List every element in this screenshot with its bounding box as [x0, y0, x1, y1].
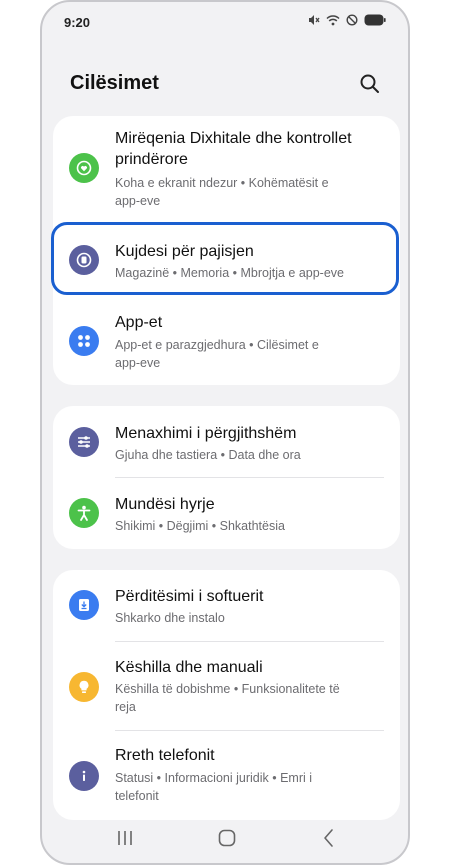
item-subtitle: Koha e ekranit ndezur • Kohëmatësit e ap… — [115, 174, 378, 210]
item-subtitle: Këshilla të dobishme • Funksionalitete t… — [115, 680, 378, 716]
item-subtitle: Magazinë • Memoria • Mbrojtja e app-eve — [115, 264, 378, 282]
navigation-bar — [42, 813, 408, 863]
item-subtitle: Statusi • Informacioni juridik • Emri i … — [115, 769, 378, 805]
apps-icon — [69, 326, 99, 356]
title-line: Mirëqenia Dixhitale dhe kontrollet — [115, 130, 352, 147]
item-general-management[interactable]: Menaxhimi i përgjithshëm Gjuha dhe tasti… — [53, 406, 400, 477]
subtitle-line: Shkarko dhe instalo — [115, 611, 225, 625]
title-line: App-et — [115, 314, 163, 331]
mute-icon — [309, 15, 320, 25]
item-subtitle: Gjuha dhe tastiera • Data dhe ora — [115, 446, 378, 464]
item-device-care[interactable]: Kujdesi për pajisjen Magazinë • Memoria … — [53, 224, 400, 298]
item-subtitle: Shikimi • Dëgjimi • Shkathtësia — [115, 517, 378, 535]
home-button[interactable] — [214, 825, 240, 851]
item-title: Mundësi hyrje — [115, 494, 384, 515]
phone-frame: 9:20 Cilësimet Mirëqenia Dixhitale dhe k… — [40, 0, 410, 865]
status-icons — [308, 14, 386, 26]
item-subtitle: Shkarko dhe instalo — [115, 609, 378, 627]
status-bar: 9:20 — [42, 2, 408, 46]
subtitle-line: Këshilla të dobishme • Funksionalitete t… — [115, 682, 340, 696]
back-icon — [324, 829, 333, 847]
header: Cilësimet — [70, 62, 386, 102]
item-digital-wellbeing[interactable]: Mirëqenia Dixhitale dhe kontrollet prind… — [53, 116, 400, 224]
no-disturb-icon — [346, 14, 358, 26]
item-tips-manual[interactable]: Këshilla dhe manuali Këshilla të dobishm… — [53, 642, 400, 730]
info-icon — [69, 761, 99, 791]
title-line: Këshilla dhe manuali — [115, 659, 263, 676]
item-subtitle: App-et e parazgjedhura • Cilësimet e app… — [115, 336, 378, 372]
title-line: Përditësimi i softuerit — [115, 588, 264, 605]
title-line: Rreth telefonit — [115, 747, 215, 764]
item-about-phone[interactable]: Rreth telefonit Statusi • Informacioni j… — [53, 731, 400, 820]
item-apps[interactable]: App-et App-et e parazgjedhura • Cilësime… — [53, 298, 400, 385]
subtitle-line: reja — [115, 700, 136, 714]
settings-card-3: Përditësimi i softuerit Shkarko dhe inst… — [53, 570, 400, 820]
software-update-icon — [69, 590, 99, 620]
subtitle-line: Koha e ekranit ndezur • Kohëmatësit e — [115, 176, 329, 190]
device-care-icon — [69, 245, 99, 275]
accessibility-icon — [69, 498, 99, 528]
subtitle-line: app-eve — [115, 356, 161, 370]
subtitle-line: Gjuha dhe tastiera • Data dhe ora — [115, 448, 301, 462]
title-line: prindërore — [115, 151, 188, 168]
item-software-update[interactable]: Përditësimi i softuerit Shkarko dhe inst… — [53, 570, 400, 641]
title-line: Menaxhimi i përgjithshëm — [115, 425, 297, 442]
page-title: Cilësimet — [70, 72, 159, 94]
recents-button[interactable] — [112, 825, 138, 851]
item-title: Kujdesi për pajisjen — [115, 241, 384, 262]
item-title: Mirëqenia Dixhitale dhe kontrollet prind… — [115, 128, 384, 170]
lightbulb-icon — [69, 672, 99, 702]
title-line: Kujdesi për pajisjen — [115, 243, 254, 260]
wifi-icon — [326, 15, 340, 26]
settings-card-2: Menaxhimi i përgjithshëm Gjuha dhe tasti… — [53, 406, 400, 549]
settings-card-1: Mirëqenia Dixhitale dhe kontrollet prind… — [53, 116, 400, 385]
search-button[interactable] — [358, 72, 382, 96]
title-line: Mundësi hyrje — [115, 496, 215, 513]
item-title: Menaxhimi i përgjithshëm — [115, 423, 384, 444]
search-icon — [360, 74, 379, 93]
item-title: Përditësimi i softuerit — [115, 586, 384, 607]
subtitle-line: telefonit — [115, 789, 159, 803]
back-button[interactable] — [316, 825, 342, 851]
battery-icon — [364, 14, 386, 26]
sliders-icon — [69, 427, 99, 457]
item-title: App-et — [115, 312, 384, 333]
item-title: Këshilla dhe manuali — [115, 657, 384, 678]
subtitle-line: Statusi • Informacioni juridik • Emri i — [115, 771, 313, 785]
status-time: 9:20 — [64, 15, 91, 30]
subtitle-line: app-eve — [115, 194, 161, 208]
subtitle-line: Magazinë • Memoria • Mbrojtja e app-eve — [115, 266, 344, 280]
item-title: Rreth telefonit — [115, 745, 384, 766]
item-accessibility[interactable]: Mundësi hyrje Shikimi • Dëgjimi • Shkath… — [53, 478, 400, 549]
home-icon — [218, 829, 236, 847]
recents-icon — [118, 831, 132, 845]
subtitle-line: Shikimi • Dëgjimi • Shkathtësia — [115, 519, 285, 533]
subtitle-line: App-et e parazgjedhura • Cilësimet e — [115, 338, 319, 352]
heart-icon — [69, 153, 99, 183]
